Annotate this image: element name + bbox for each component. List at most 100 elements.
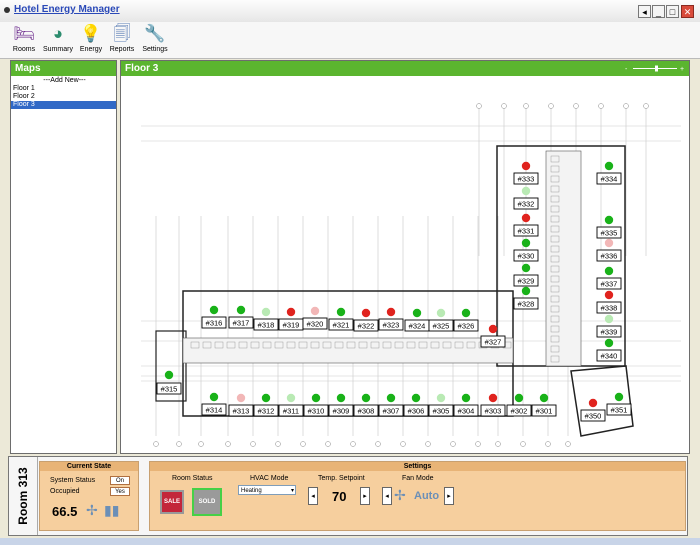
room-status-dot[interactable] xyxy=(604,338,614,348)
room-status-dot[interactable] xyxy=(604,161,614,171)
room-status-dot[interactable] xyxy=(521,238,531,248)
room-number[interactable]: #330 xyxy=(518,252,535,261)
room-number[interactable]: #332 xyxy=(518,200,535,209)
room-number[interactable]: #301 xyxy=(536,407,553,416)
room-number[interactable]: #311 xyxy=(283,407,299,416)
fan-mode-increase-button[interactable]: ▸ xyxy=(444,487,454,505)
room-number[interactable]: #309 xyxy=(333,407,350,416)
room-number[interactable]: #327 xyxy=(485,338,502,347)
room-number[interactable]: #304 xyxy=(458,407,475,416)
room-status-dot[interactable] xyxy=(361,308,371,318)
room-number[interactable]: #312 xyxy=(258,407,275,416)
room-number[interactable]: #303 xyxy=(485,407,502,416)
room-number[interactable]: #339 xyxy=(601,328,618,337)
room-status-dot[interactable] xyxy=(164,370,174,380)
room-number[interactable]: #337 xyxy=(601,280,618,289)
room-status-dot[interactable] xyxy=(521,161,531,171)
room-status-dot[interactable] xyxy=(336,307,346,317)
room-status-dot[interactable] xyxy=(261,307,271,317)
zoom-slider[interactable]: - + xyxy=(625,65,685,72)
room-status-dot[interactable] xyxy=(236,393,246,403)
room-status-dot[interactable] xyxy=(436,393,446,403)
room-number[interactable]: #326 xyxy=(458,322,475,331)
room-number[interactable]: #336 xyxy=(601,252,618,261)
map-list-item-floor-2[interactable]: Floor 2 xyxy=(11,93,116,101)
room-status-dot[interactable] xyxy=(236,305,246,315)
map-list-item-floor-3[interactable]: Floor 3 xyxy=(11,101,116,109)
toolbar-settings-button[interactable]: 🔧 Settings xyxy=(140,23,170,57)
room-status-dot[interactable] xyxy=(588,398,598,408)
toolbar-energy-button[interactable]: 💡 Energy xyxy=(78,23,104,57)
room-status-dot[interactable] xyxy=(521,286,531,296)
room-status-dot[interactable] xyxy=(261,393,271,403)
room-number[interactable]: #325 xyxy=(433,322,450,331)
map-list-item-floor-1[interactable]: Floor 1 xyxy=(11,85,116,93)
room-number[interactable]: #329 xyxy=(518,277,535,286)
room-status-dot[interactable] xyxy=(361,393,371,403)
room-status-dot[interactable] xyxy=(461,308,471,318)
room-status-dot[interactable] xyxy=(604,238,614,248)
toolbar-summary-button[interactable]: ◕ Summary xyxy=(41,23,75,57)
room-status-dot[interactable] xyxy=(488,393,498,403)
room-status-dot[interactable] xyxy=(286,307,296,317)
room-status-dot[interactable] xyxy=(604,266,614,276)
room-number[interactable]: #319 xyxy=(283,321,300,330)
room-number[interactable]: #307 xyxy=(383,407,400,416)
fan-mode-decrease-button[interactable]: ◂ xyxy=(382,487,392,505)
room-number[interactable]: #338 xyxy=(601,304,618,313)
room-status-dot[interactable] xyxy=(412,308,422,318)
room-status-dot[interactable] xyxy=(604,290,614,300)
room-status-dot[interactable] xyxy=(604,215,614,225)
toolbar-reports-button[interactable]: 🗐 Reports xyxy=(108,23,136,57)
room-number[interactable]: #331 xyxy=(518,227,535,236)
sold-button[interactable]: SOLD xyxy=(192,488,222,516)
minimize-button[interactable]: _ xyxy=(652,5,665,18)
room-number[interactable]: #302 xyxy=(511,407,528,416)
setpoint-decrease-button[interactable]: ◂ xyxy=(308,487,318,505)
room-status-dot[interactable] xyxy=(411,393,421,403)
back-icon[interactable]: ◂ xyxy=(638,5,651,18)
room-status-dot[interactable] xyxy=(521,213,531,223)
room-number[interactable]: #335 xyxy=(601,229,618,238)
room-number[interactable]: #306 xyxy=(408,407,425,416)
toolbar-rooms-button[interactable]: 🛏 Rooms xyxy=(10,23,38,57)
room-status-dot[interactable] xyxy=(386,307,396,317)
room-status-dot[interactable] xyxy=(604,314,614,324)
map-list-item-add-new[interactable]: ---Add New--- xyxy=(11,77,116,85)
room-status-dot[interactable] xyxy=(521,263,531,273)
room-number[interactable]: #324 xyxy=(409,322,426,331)
room-number[interactable]: #321 xyxy=(333,321,350,330)
room-number[interactable]: #308 xyxy=(358,407,375,416)
room-number[interactable]: #333 xyxy=(518,175,535,184)
room-status-dot[interactable] xyxy=(436,308,446,318)
room-number[interactable]: #316 xyxy=(206,319,223,328)
room-status-dot[interactable] xyxy=(311,393,321,403)
room-status-dot[interactable] xyxy=(521,186,531,196)
room-status-dot[interactable] xyxy=(286,393,296,403)
room-number[interactable]: #340 xyxy=(601,352,618,361)
room-number[interactable]: #323 xyxy=(383,321,400,330)
hvac-mode-select[interactable]: Heating ▾ xyxy=(238,485,296,495)
room-number[interactable]: #314 xyxy=(206,406,223,415)
room-number[interactable]: #328 xyxy=(518,300,535,309)
room-status-dot[interactable] xyxy=(461,393,471,403)
room-number[interactable]: #350 xyxy=(585,412,602,421)
room-status-dot[interactable] xyxy=(488,324,498,334)
setpoint-increase-button[interactable]: ▸ xyxy=(360,487,370,505)
room-number[interactable]: #318 xyxy=(258,321,275,330)
room-status-dot[interactable] xyxy=(209,392,219,402)
room-status-dot[interactable] xyxy=(539,393,549,403)
room-number[interactable]: #320 xyxy=(307,320,324,329)
room-number[interactable]: #310 xyxy=(308,407,325,416)
room-number[interactable]: #305 xyxy=(433,407,450,416)
maximize-button[interactable]: □ xyxy=(666,5,679,18)
room-status-dot[interactable] xyxy=(310,306,320,316)
for-sale-button[interactable]: SALE xyxy=(160,490,184,514)
room-number[interactable]: #351 xyxy=(611,406,628,415)
room-status-dot[interactable] xyxy=(386,393,396,403)
room-number[interactable]: #315 xyxy=(161,385,178,394)
room-status-dot[interactable] xyxy=(614,392,624,402)
room-number[interactable]: #334 xyxy=(601,175,618,184)
room-status-dot[interactable] xyxy=(209,305,219,315)
room-status-dot[interactable] xyxy=(336,393,346,403)
